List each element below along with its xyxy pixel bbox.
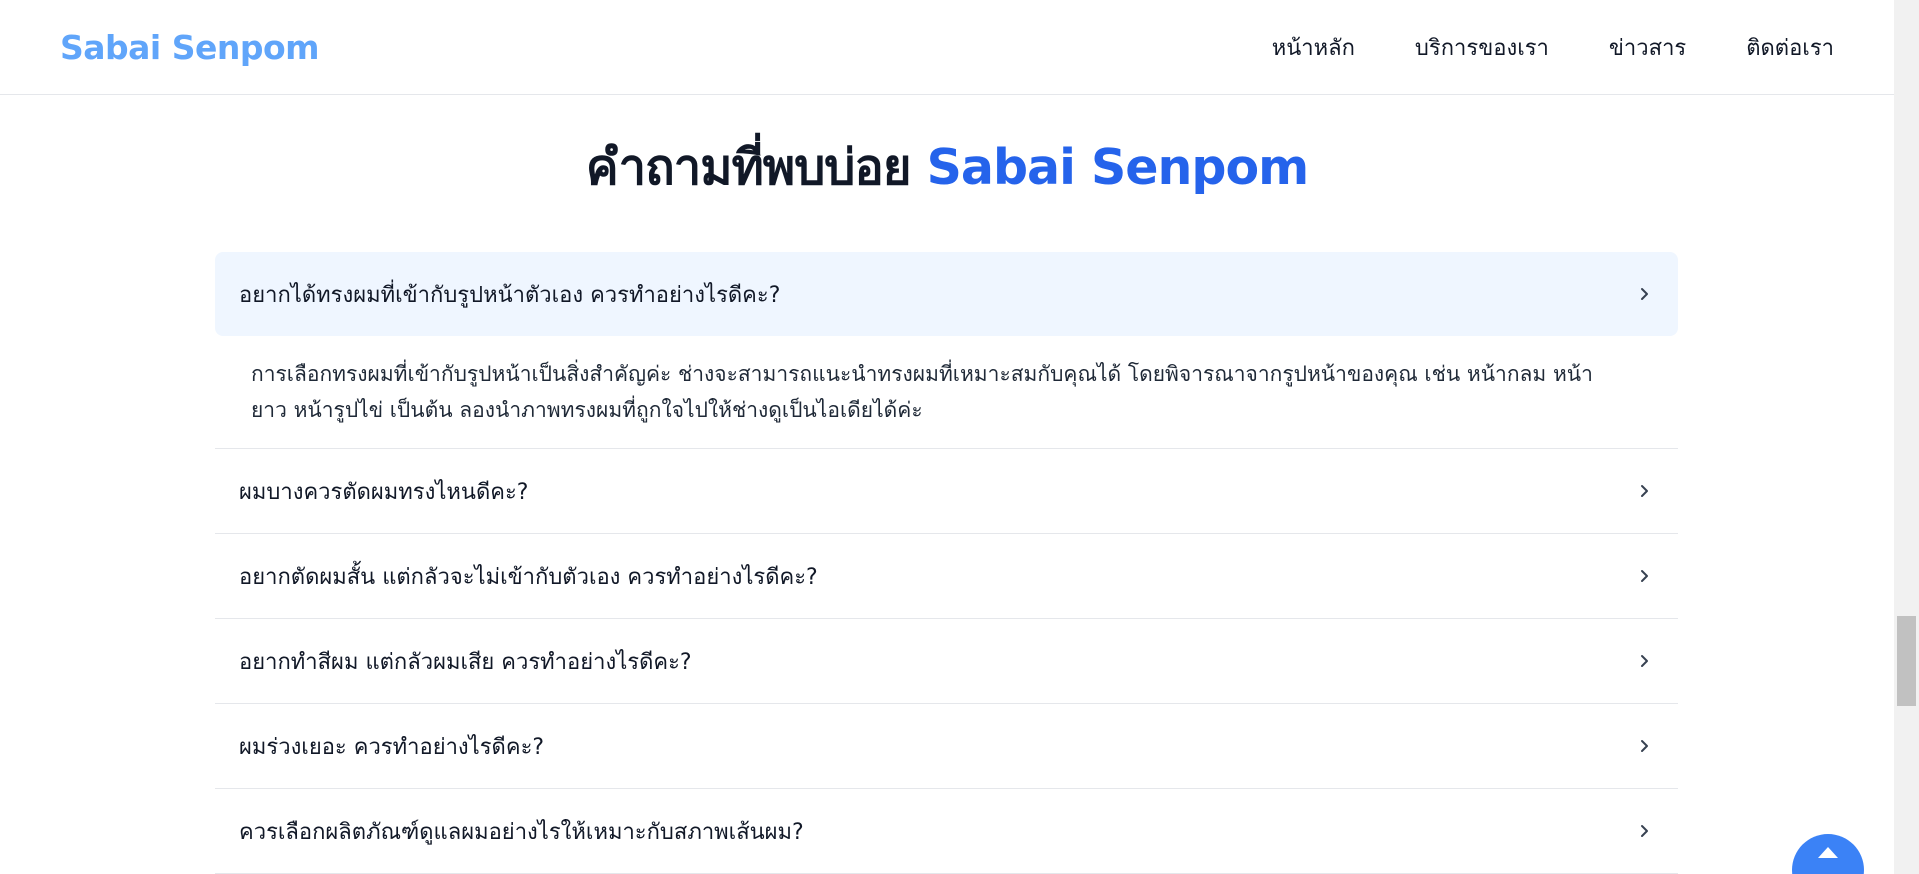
faq-question-button[interactable]: ผมร่วงเยอะ ควรทำอย่างไรดีคะ? (215, 704, 1678, 788)
faq-answer-line: การเลือกทรงผมที่เข้ากับรูปหน้าเป็นสิ่งสำ… (251, 362, 1593, 386)
faq-question-button[interactable]: ผมบางควรตัดผมทรงไหนดีคะ? (215, 449, 1678, 533)
faq-title-accent: Sabai Senpom (926, 139, 1310, 196)
nav-link-services[interactable]: บริการของเรา (1415, 30, 1549, 65)
faq-answer-line: ยาว หน้ารูปไข่ เป็นต้น ลองนำภาพทรงผมที่ถ… (251, 398, 923, 422)
arrow-up-icon (1816, 844, 1840, 863)
chevron-right-icon (1636, 285, 1654, 303)
back-to-top-button[interactable] (1792, 834, 1864, 874)
faq-list: อยากได้ทรงผมที่เข้ากับรูปหน้าตัวเอง ควรท… (215, 252, 1678, 874)
nav-link-home[interactable]: หน้าหลัก (1272, 30, 1355, 65)
faq-question-text: ควรเลือกผลิตภัณฑ์ดูแลผมอย่างไรให้เหมาะกั… (239, 819, 804, 845)
faq-title: คำถามที่พบบ่อย Sabai Senpom (0, 128, 1894, 206)
chevron-right-icon (1636, 567, 1654, 585)
chevron-right-icon (1636, 737, 1654, 755)
faq-item: อยากได้ทรงผมที่เข้ากับรูปหน้าตัวเอง ควรท… (215, 252, 1678, 449)
nav-link-news[interactable]: ข่าวสาร (1609, 30, 1686, 65)
faq-question-button[interactable]: อยากได้ทรงผมที่เข้ากับรูปหน้าตัวเอง ควรท… (215, 252, 1678, 336)
faq-question-text: ผมบางควรตัดผมทรงไหนดีคะ? (239, 479, 529, 505)
nav-links: หน้าหลัก บริการของเรา ข่าวสาร ติดต่อเรา (1272, 30, 1834, 65)
scrollbar-thumb[interactable] (1897, 616, 1916, 706)
faq-question-button[interactable]: อยากทำสีผม แต่กลัวผมเสีย ควรทำอย่างไรดีค… (215, 619, 1678, 703)
faq-question-text: อยากตัดผมสั้น แต่กลัวจะไม่เข้ากับตัวเอง … (239, 564, 818, 590)
faq-item: ผมบางควรตัดผมทรงไหนดีคะ? (215, 449, 1678, 534)
faq-item: ผมร่วงเยอะ ควรทำอย่างไรดีคะ? (215, 704, 1678, 789)
faq-question-text: อยากทำสีผม แต่กลัวผมเสีย ควรทำอย่างไรดีค… (239, 649, 692, 675)
brand-logo[interactable]: Sabai Senpom (60, 28, 320, 67)
chevron-right-icon (1636, 652, 1654, 670)
page-scrollbar[interactable] (1894, 0, 1919, 874)
page: Sabai Senpom หน้าหลัก บริการของเรา ข่าวส… (0, 0, 1919, 874)
nav-link-contact[interactable]: ติดต่อเรา (1746, 30, 1834, 65)
faq-question-button[interactable]: อยากตัดผมสั้น แต่กลัวจะไม่เข้ากับตัวเอง … (215, 534, 1678, 618)
faq-item: อยากทำสีผม แต่กลัวผมเสีย ควรทำอย่างไรดีค… (215, 619, 1678, 704)
faq-question-button[interactable]: ควรเลือกผลิตภัณฑ์ดูแลผมอย่างไรให้เหมาะกั… (215, 789, 1678, 873)
faq-question-text: อยากได้ทรงผมที่เข้ากับรูปหน้าตัวเอง ควรท… (239, 282, 781, 308)
navbar: Sabai Senpom หน้าหลัก บริการของเรา ข่าวส… (0, 0, 1894, 95)
faq-question-text: ผมร่วงเยอะ ควรทำอย่างไรดีคะ? (239, 734, 545, 760)
chevron-right-icon (1636, 822, 1654, 840)
faq-item: ควรเลือกผลิตภัณฑ์ดูแลผมอย่างไรให้เหมาะกั… (215, 789, 1678, 874)
faq-answer: การเลือกทรงผมที่เข้ากับรูปหน้าเป็นสิ่งสำ… (215, 336, 1678, 448)
chevron-right-icon (1636, 482, 1654, 500)
faq-title-prefix: คำถามที่พบบ่อย (585, 139, 912, 196)
faq-item: อยากตัดผมสั้น แต่กลัวจะไม่เข้ากับตัวเอง … (215, 534, 1678, 619)
